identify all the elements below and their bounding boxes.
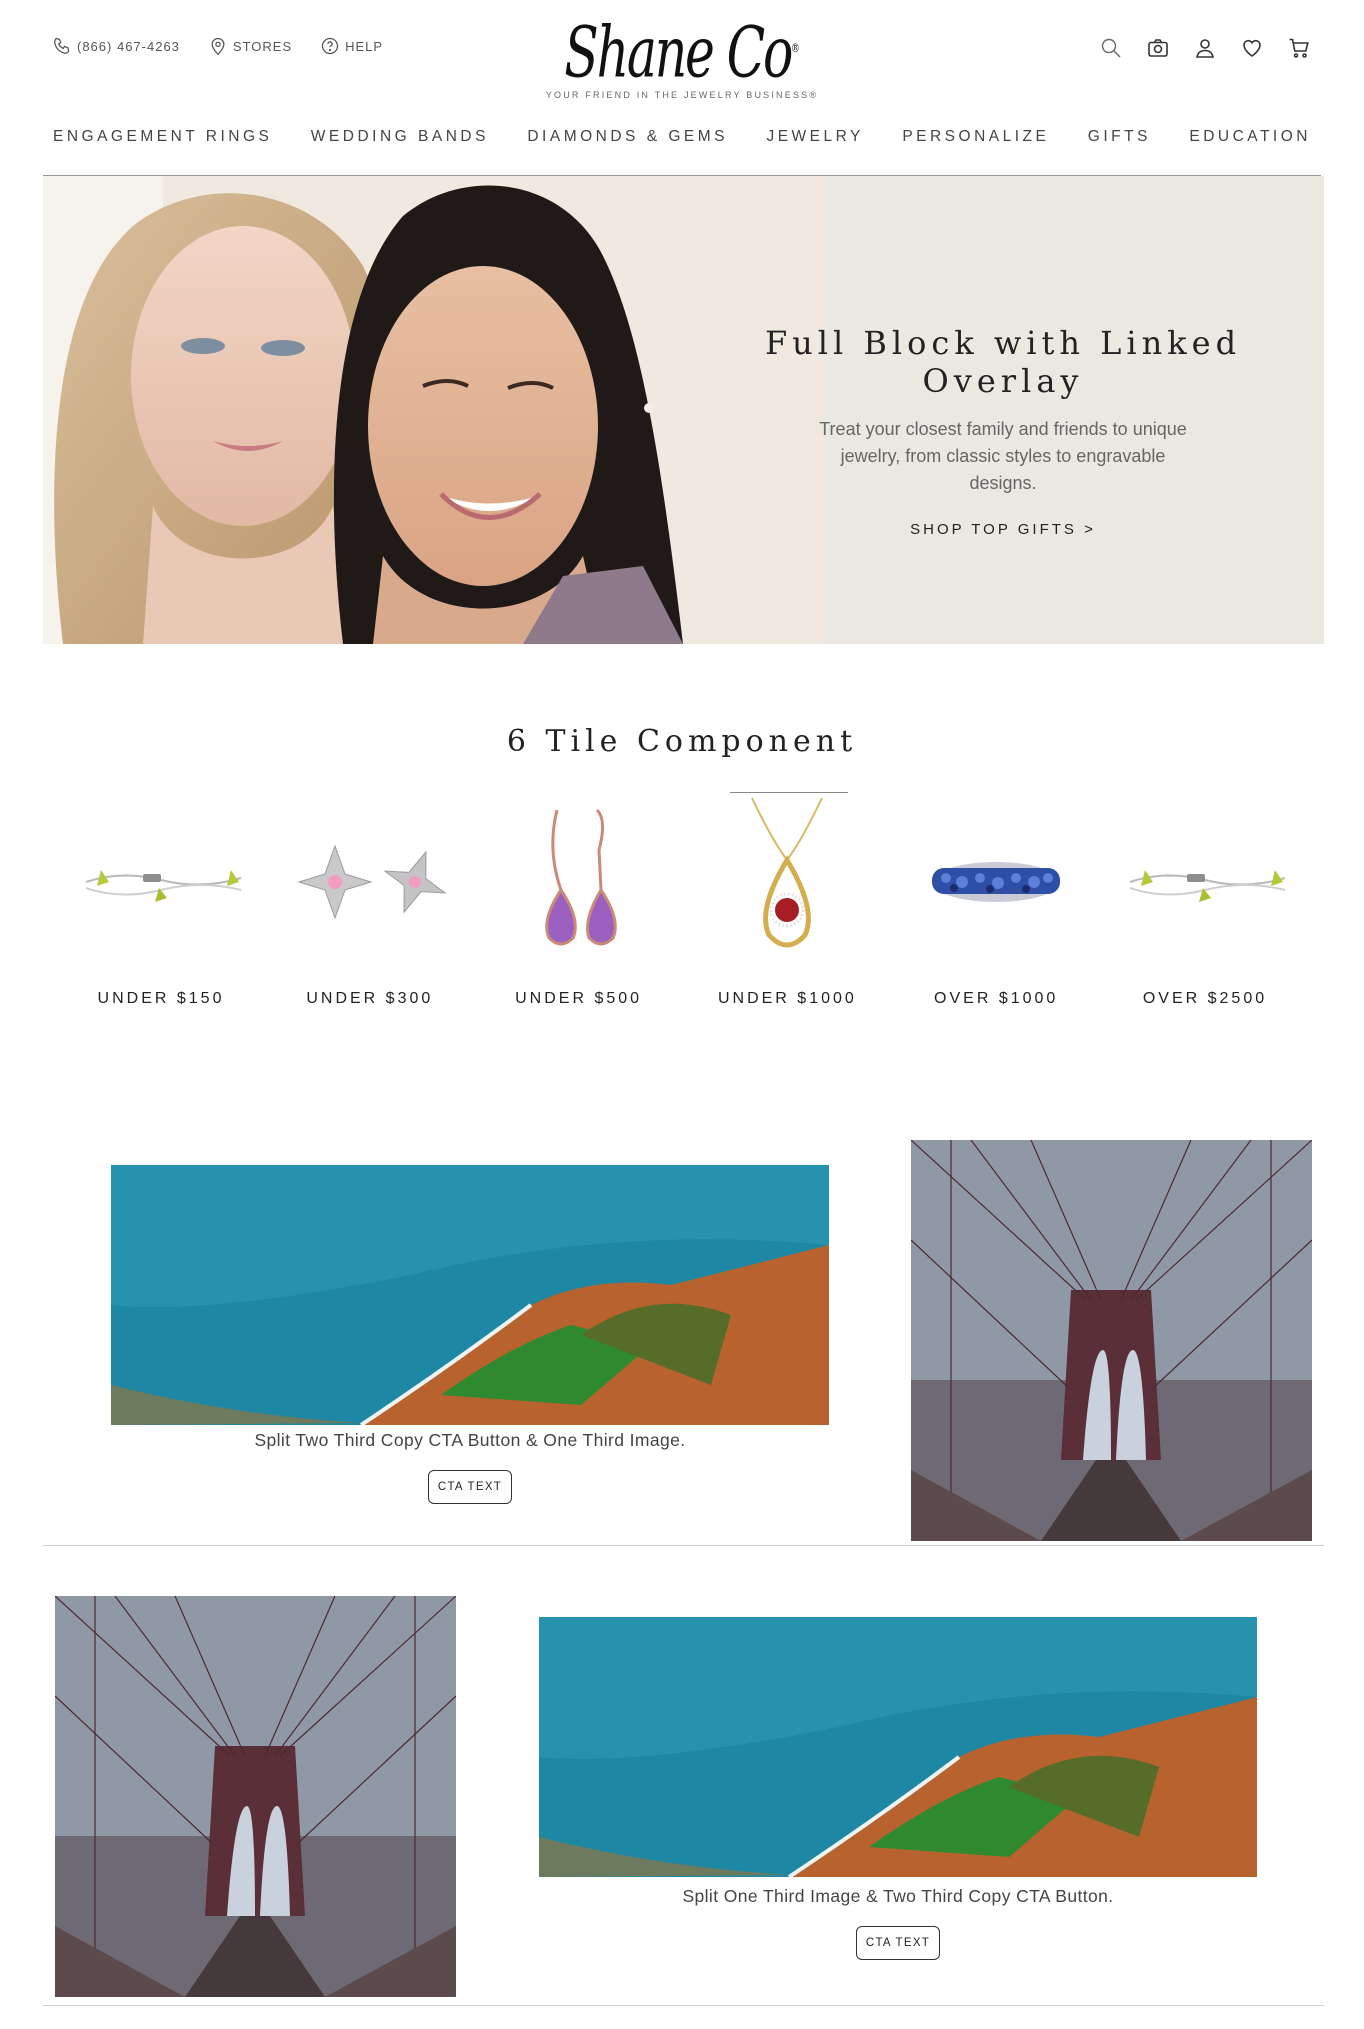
nav-jewelry[interactable]: JEWELRY [766, 128, 863, 146]
tile-over-2500[interactable]: OVER $2500 [1105, 790, 1305, 1008]
nav-wedding-bands[interactable]: WEDDING BANDS [311, 128, 489, 146]
nav-engagement-rings[interactable]: ENGAGEMENT RINGS [53, 128, 272, 146]
hero-body-text: Treat your closest family and friends to… [819, 419, 1187, 493]
tile-label: OVER $1000 [934, 990, 1059, 1007]
utility-links: (866) 467-4263 STORES HELP [52, 36, 383, 56]
shop-top-gifts-link[interactable]: SHOP TOP GIFTS > [910, 521, 1096, 538]
tile-under-150[interactable]: UNDER $150 [61, 790, 261, 1008]
split-one-third-image-section: Split One Third Image & Two Third Copy C… [43, 1596, 1324, 2006]
cart-icon [1289, 38, 1309, 58]
split-two-copy: Split One Third Image & Two Third Copy C… [682, 1886, 1114, 1906]
tiles-section-title: 6 Tile Component [506, 724, 858, 759]
price-tiles: UNDER $150 UNDER $300 UNDER $500 UNDER $… [61, 790, 1305, 1008]
help-link[interactable]: HELP [320, 36, 383, 56]
main-navigation: ENGAGEMENT RINGS WEDDING BANDS DIAMONDS … [43, 128, 1321, 146]
tile-label: OVER $2500 [1142, 990, 1268, 1007]
flower-earrings-icon [297, 844, 447, 920]
account-button[interactable] [1191, 34, 1218, 61]
split-one-copy: Split Two Third Copy CTA Button & One Th… [254, 1430, 686, 1450]
brand-logo[interactable]: Shane Co® [518, 4, 845, 96]
logo-wordmark: Shane Co® [564, 11, 800, 94]
hero-title: Full Block with Linked Overlay [764, 324, 1242, 400]
tile-label: UNDER $1000 [717, 990, 857, 1007]
tile-under-500[interactable]: UNDER $500 [479, 790, 679, 1008]
tile-under-1000[interactable]: UNDER $1000 [687, 790, 887, 1008]
garnet-pendant-icon [751, 797, 824, 948]
sapphire-band-icon [932, 862, 1061, 902]
help-icon [322, 37, 339, 55]
brooklyn-bridge-image [911, 1140, 1312, 1541]
hero-banner[interactable]: Full Block with Linked Overlay Treat you… [43, 176, 1324, 644]
wishlist-heart-icon [1242, 39, 1261, 57]
tile-label: UNDER $300 [306, 990, 434, 1007]
phone-number: (866) 467-4263 [77, 38, 180, 54]
peridot-bracelet-icon [85, 870, 242, 902]
account-icon [1195, 38, 1214, 58]
stores-link[interactable]: STORES [208, 36, 292, 56]
coastline-aerial-image [539, 1617, 1257, 1877]
tile-label: UNDER $500 [515, 990, 643, 1007]
phone-icon [54, 37, 70, 54]
camera-icon [1147, 38, 1168, 57]
help-label: HELP [345, 38, 384, 54]
header-actions [1097, 34, 1312, 61]
search-button[interactable] [1097, 34, 1124, 61]
brand-tagline: YOUR FRIEND IN THE JEWELRY BUSINESS® [545, 90, 819, 100]
brooklyn-bridge-image [55, 1596, 456, 1997]
tile-label: UNDER $150 [97, 990, 225, 1007]
amethyst-drop-earrings-icon [544, 808, 617, 946]
coastline-aerial-image [111, 1165, 829, 1425]
nav-personalize[interactable]: PERSONALIZE [902, 128, 1049, 146]
visual-search-button[interactable] [1144, 34, 1171, 61]
cart-button[interactable] [1285, 34, 1312, 61]
location-pin-icon [211, 37, 225, 56]
nav-diamonds-gems[interactable]: DIAMONDS & GEMS [527, 128, 728, 146]
wishlist-button[interactable] [1238, 34, 1265, 61]
cta-button[interactable]: CTA TEXT [856, 1926, 940, 1960]
nav-education[interactable]: EDUCATION [1189, 128, 1311, 146]
phone-link[interactable]: (866) 467-4263 [52, 36, 180, 56]
tile-under-300[interactable]: UNDER $300 [270, 790, 470, 1008]
hero-copy: Full Block with Linked Overlay Treat you… [703, 324, 1303, 539]
tile-over-1000[interactable]: OVER $1000 [896, 790, 1096, 1008]
split-two-third-copy-section: Split Two Third Copy CTA Button & One Th… [43, 1140, 1324, 1546]
peridot-bracelet-icon [1129, 870, 1286, 902]
cta-button[interactable]: CTA TEXT [428, 1470, 512, 1504]
stores-label: STORES [232, 38, 293, 54]
search-icon [1101, 38, 1120, 57]
nav-gifts[interactable]: GIFTS [1088, 128, 1151, 146]
